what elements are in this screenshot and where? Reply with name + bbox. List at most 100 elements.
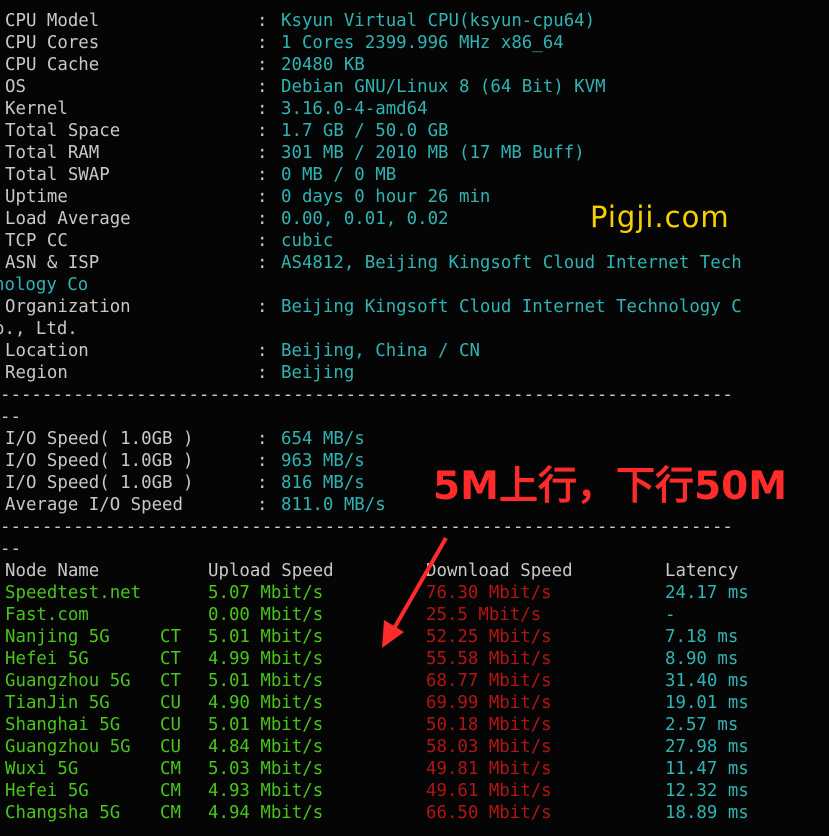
isp-code: CT [160,649,181,669]
speed-annotation: 5M上行，下行50M [433,464,788,509]
colon: : [257,495,268,515]
info-value: 20480 KB [281,55,365,75]
colon: : [257,99,268,119]
node-name: Fast.com [5,605,89,625]
latency: 19.01 ms [665,693,749,713]
info-label: ASN & ISP [5,253,100,273]
header-latency: Latency [665,561,739,581]
node-name: Speedtest.net [5,583,142,603]
info-label: CPU Cores [5,33,100,53]
info-value: 1 Cores 2399.996 MHz x86_64 [281,33,564,53]
colon: : [257,33,268,53]
download-speed: 49.61 Mbit/s [426,781,552,801]
colon: : [257,121,268,141]
colon: : [257,429,268,449]
node-name: Shanghai 5G [5,715,121,735]
info-value: Beijing [281,363,355,383]
isp-code: CU [160,737,181,757]
latency: 18.89 ms [665,803,749,823]
info-label: Location [5,341,89,361]
latency: 24.17 ms [665,583,749,603]
colon: : [257,297,268,317]
colon: : [257,55,268,75]
info-value: Beijing Kingsoft Cloud Internet Technolo… [281,297,742,317]
info-label: Total SWAP [5,165,110,185]
download-speed: 69.99 Mbit/s [426,693,552,713]
isp-code: CM [160,781,181,801]
latency: 27.98 ms [665,737,749,757]
upload-speed: 5.03 Mbit/s [208,759,324,779]
info-value: 816 MB/s [281,473,365,493]
isp-code: CM [160,803,181,823]
node-name: Guangzhou 5G [5,737,131,757]
isp-code: CT [160,627,181,647]
colon: : [257,341,268,361]
separator-text: ----------------------------------------… [0,385,733,405]
download-speed: 58.03 Mbit/s [426,737,552,757]
node-name: Hefei 5G [5,781,89,801]
info-value: AS4812, Beijing Kingsoft Cloud Internet … [281,253,742,273]
isp-code: CU [160,693,181,713]
upload-speed: 4.90 Mbit/s [208,693,324,713]
info-label: Total RAM [5,143,100,163]
info-value: 0 days 0 hour 26 min [281,187,491,207]
info-label: I/O Speed( 1.0GB ) [5,451,194,471]
info-label: OS [5,77,26,97]
upload-speed: 4.93 Mbit/s [208,781,324,801]
info-value: 1.7 GB / 50.0 GB [281,121,449,141]
upload-speed: 4.94 Mbit/s [208,803,324,823]
info-label: Kernel [5,99,68,119]
download-speed: 50.18 Mbit/s [426,715,552,735]
upload-speed: 0.00 Mbit/s [208,605,324,625]
colon: : [257,231,268,251]
watermark: Pigji.com [590,200,730,234]
isp-code: CM [160,759,181,779]
node-name: Hefei 5G [5,649,89,669]
info-value: 963 MB/s [281,451,365,471]
info-label: I/O Speed( 1.0GB ) [5,473,194,493]
upload-speed: 4.99 Mbit/s [208,649,324,669]
info-value: 654 MB/s [281,429,365,449]
colon: : [257,451,268,471]
info-value: Debian GNU/Linux 8 (64 Bit) KVM [281,77,606,97]
info-value: 301 MB / 2010 MB (17 MB Buff) [281,143,585,163]
info-label: Load Average [5,209,131,229]
info-label: Uptime [5,187,68,207]
header-node: Node Name [5,561,100,581]
info-label: I/O Speed( 1.0GB ) [5,429,194,449]
node-name: TianJin 5G [5,693,110,713]
colon: : [257,77,268,97]
latency: 8.90 ms [665,649,739,669]
wrap-text: nology Co [0,275,89,295]
latency: - [665,605,676,625]
colon: : [257,209,268,229]
node-name: Wuxi 5G [5,759,79,779]
info-value: cubic [281,231,334,251]
latency: 12.32 ms [665,781,749,801]
isp-code: CU [160,715,181,735]
upload-speed: 5.01 Mbit/s [208,627,324,647]
info-value: 3.16.0-4-amd64 [281,99,428,119]
wrap-text: o., Ltd. [0,319,78,339]
latency: 31.40 ms [665,671,749,691]
upload-speed: 4.84 Mbit/s [208,737,324,757]
upload-speed: 5.01 Mbit/s [208,671,324,691]
colon: : [257,187,268,207]
separator-text: -- [0,407,21,427]
info-value: 0.00, 0.01, 0.02 [281,209,449,229]
upload-speed: 5.07 Mbit/s [208,583,324,603]
latency: 2.57 ms [665,715,739,735]
info-label: CPU Model [5,11,100,31]
info-value: Beijing, China / CN [281,341,480,361]
latency: 7.18 ms [665,627,739,647]
upload-speed: 5.01 Mbit/s [208,715,324,735]
download-speed: 68.77 Mbit/s [426,671,552,691]
info-label: CPU Cache [5,55,100,75]
download-speed: 49.81 Mbit/s [426,759,552,779]
download-speed: 66.50 Mbit/s [426,803,552,823]
header-upload: Upload Speed [208,561,334,581]
info-value: 0 MB / 0 MB [281,165,397,185]
colon: : [257,143,268,163]
info-label: Total Space [5,121,121,141]
info-label: Organization [5,297,131,317]
